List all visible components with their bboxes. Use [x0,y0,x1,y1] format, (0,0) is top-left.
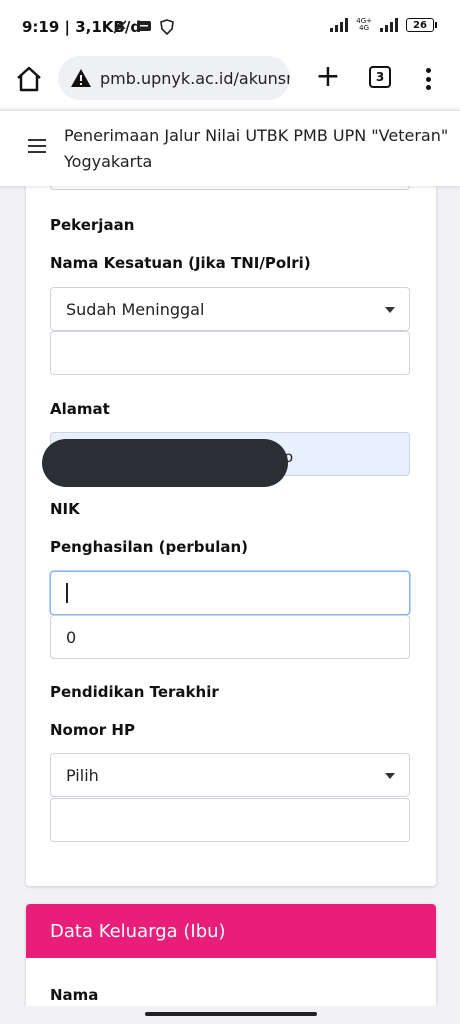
status-bar: 9:19 | 3,1KB/d 4G+ 4G 26 [0,0,460,56]
hamburger-menu-icon[interactable] [28,139,46,153]
nomor-hp-input[interactable] [50,798,410,842]
nama-label: Nama [50,986,99,1004]
gesture-navigation-bar [0,1006,460,1024]
battery-icon: 26 [406,18,437,32]
form-card: Pekerjaan Nama Kesatuan (Jika TNI/Polri)… [26,160,436,886]
tab-count: 3 [375,70,385,84]
redaction-mark [42,439,288,487]
signal-icon [330,18,349,32]
text-cursor [66,583,68,603]
message-icon [137,21,151,31]
status-system-icons: 4G+ 4G 26 [330,17,437,32]
plus-icon: + [315,59,341,94]
pekerjaan-label: Pekerjaan [50,216,135,234]
site-header: Penerimaan Jalur Nilai UTBK PMB UPN "Vet… [0,110,460,186]
browser-menu-button[interactable] [418,64,438,94]
pendidikan-selected-value: Pilih [66,765,99,785]
kesatuan-label: Nama Kesatuan (Jika TNI/Polri) [50,254,311,272]
penghasilan-value: 0 [66,627,77,647]
chevron-down-icon [385,307,395,313]
nomor-hp-label: Nomor HP [50,721,135,739]
url-text[interactable]: pmb.upnyk.ac.id/akunsm [100,69,290,88]
pekerjaan-selected-value: Sudah Meninggal [66,299,205,319]
pendidikan-label: Pendidikan Terakhir [50,683,219,701]
shield-icon [160,19,174,35]
kesatuan-input[interactable] [50,331,410,375]
section-header: Data Keluarga (Ibu) [26,904,436,958]
tab-switcher-button[interactable]: 3 [369,66,391,88]
nik-label: NIK [50,500,80,518]
network-type: 4G+ 4G [356,17,372,32]
chevron-down-icon [385,773,395,779]
browser-toolbar: pmb.upnyk.ac.id/akunsm + 3 [0,56,460,108]
home-gesture-handle[interactable] [145,1012,317,1016]
pekerjaan-select[interactable]: Sudah Meninggal [50,287,410,331]
home-icon[interactable] [14,64,44,94]
address-bar[interactable]: pmb.upnyk.ac.id/akunsm [58,56,290,100]
battery-level: 26 [413,19,427,31]
warning-icon[interactable] [70,68,92,88]
pendidikan-select[interactable]: Pilih [50,753,410,797]
new-tab-button[interactable]: + [314,62,342,92]
penghasilan-label: Penghasilan (perbulan) [50,538,248,556]
page-title: Penerimaan Jalur Nilai UTBK PMB UPN "Vet… [64,126,449,171]
nik-input[interactable] [50,571,410,615]
mute-icon [113,20,127,34]
signal-icon-2 [380,18,398,32]
status-notification-icons [112,19,174,35]
penghasilan-input[interactable]: 0 [50,615,410,659]
alamat-label: Alamat [50,400,110,418]
